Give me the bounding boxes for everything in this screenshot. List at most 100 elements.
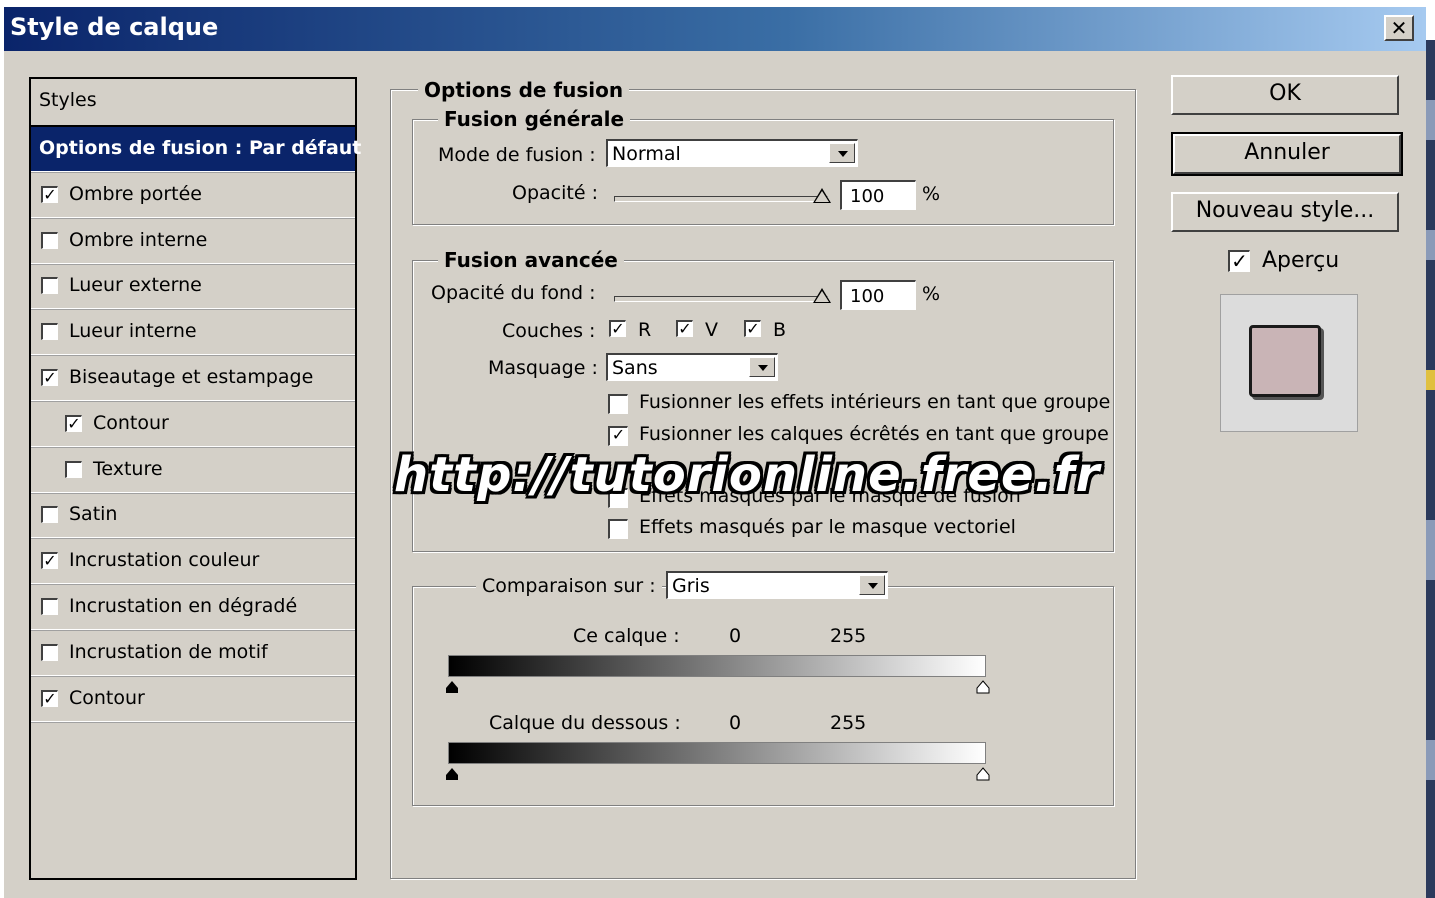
channel-r-checkbox[interactable]: ✓ <box>609 320 626 337</box>
style-item-checkbox[interactable]: ✓ <box>65 413 82 433</box>
background-app-edge <box>1426 40 1435 898</box>
opacity-unit: % <box>922 183 941 205</box>
chevron-down-icon <box>859 575 885 595</box>
advanced-blending-title: Fusion avancée <box>438 248 624 272</box>
style-item[interactable]: Options de fusion : Par défaut <box>31 127 361 172</box>
style-item-label: Lueur externe <box>69 274 202 297</box>
channel-b-label: B <box>773 319 787 341</box>
channels-label: Couches : <box>502 320 596 342</box>
style-item[interactable]: ✓ Incrustation couleur <box>31 539 355 585</box>
advanced-option-checkbox[interactable]: ✓ <box>608 426 628 446</box>
advanced-option-label: Fusionner les calques écrêtés en tant qu… <box>639 423 1109 445</box>
fill-opacity-input[interactable]: 100 <box>840 280 916 310</box>
watermark-text: http://tutorionline.free.fr <box>394 447 1101 503</box>
style-item-checkbox[interactable] <box>41 598 58 615</box>
preview-swatch <box>1249 325 1321 397</box>
underlying-layer-min: 0 <box>729 712 742 734</box>
general-blending-title: Fusion générale <box>438 107 631 131</box>
style-item[interactable]: ✓ Ombre portée <box>31 173 355 218</box>
advanced-option-label: Effets masqués par le masque vectoriel <box>639 516 1016 538</box>
opacity-slider-thumb[interactable] <box>813 188 831 203</box>
checkmark-icon: ✓ <box>43 368 57 387</box>
style-item-checkbox[interactable]: ✓ <box>41 688 58 708</box>
checkmark-icon: ✓ <box>611 319 625 338</box>
knockout-select[interactable]: Sans <box>606 353 778 381</box>
style-item[interactable]: ✓ Biseautage et estampage <box>31 356 355 401</box>
style-item-label: Lueur interne <box>69 320 197 343</box>
cancel-button[interactable]: Annuler <box>1171 132 1403 176</box>
blend-if-select[interactable]: Gris <box>666 571 888 599</box>
style-item-checkbox[interactable] <box>65 460 82 478</box>
fill-opacity-label: Opacité du fond : <box>431 282 596 304</box>
opacity-slider-track[interactable] <box>614 196 828 202</box>
style-item-checkbox[interactable] <box>41 277 58 295</box>
this-layer-white-handle[interactable] <box>976 680 990 694</box>
style-item[interactable]: Satin <box>31 493 355 539</box>
blend-mode-select[interactable]: Normal <box>606 139 858 167</box>
fill-opacity-unit: % <box>922 283 941 305</box>
blending-options-title: Options de fusion <box>418 78 630 102</box>
style-item-checkbox[interactable]: ✓ <box>41 551 58 571</box>
style-item-checkbox[interactable] <box>41 506 58 524</box>
style-item-checkbox[interactable] <box>41 643 58 661</box>
style-item[interactable]: Ombre interne <box>31 219 355 264</box>
style-item-checkbox[interactable] <box>41 323 58 341</box>
style-preview <box>1220 294 1358 432</box>
styles-header-label: Styles <box>39 89 97 111</box>
style-item-label: Ombre interne <box>69 228 208 251</box>
knockout-value: Sans <box>612 357 658 379</box>
style-item[interactable]: ✓ Contour <box>31 677 355 722</box>
style-item[interactable]: ✓ Contour <box>31 402 355 447</box>
checkmark-icon: ✓ <box>67 413 81 433</box>
this-layer-black-handle[interactable] <box>445 680 459 694</box>
preview-checkbox[interactable]: ✓ <box>1228 250 1250 272</box>
checkmark-icon: ✓ <box>611 425 626 444</box>
channel-v-checkbox[interactable]: ✓ <box>676 320 693 337</box>
this-layer-max: 255 <box>830 625 867 647</box>
styles-list: Styles Options de fusion : Par défaut ✓ Om… <box>29 77 361 880</box>
style-item-label: Incrustation de motif <box>69 640 268 663</box>
checkmark-icon: ✓ <box>43 688 57 708</box>
preview-label: Aperçu <box>1262 248 1340 273</box>
window-title: Style de calque <box>10 13 219 41</box>
style-item-checkbox[interactable]: ✓ <box>41 369 58 386</box>
style-item[interactable]: Lueur externe <box>31 264 355 310</box>
new-style-button[interactable]: Nouveau style... <box>1171 192 1399 232</box>
this-layer-min: 0 <box>729 625 742 647</box>
style-item-label: Ombre portée <box>69 182 202 205</box>
underlying-layer-white-handle[interactable] <box>976 767 990 781</box>
style-item-checkbox[interactable]: ✓ <box>41 185 58 203</box>
channel-b-checkbox[interactable]: ✓ <box>744 320 761 337</box>
style-item[interactable]: Texture <box>31 448 355 493</box>
ok-button[interactable]: OK <box>1171 75 1399 115</box>
opacity-input[interactable]: 100 <box>840 180 916 210</box>
styles-header[interactable]: Styles <box>31 79 355 127</box>
style-item[interactable]: Lueur interne <box>31 310 355 356</box>
style-item-label: Incrustation couleur <box>69 549 260 572</box>
advanced-option-checkbox[interactable] <box>608 519 628 539</box>
blend-if-group <box>412 586 1114 806</box>
underlying-layer-max: 255 <box>830 712 867 734</box>
channel-v-label: V <box>705 319 718 341</box>
channel-r-label: R <box>638 319 652 341</box>
advanced-option-checkbox[interactable] <box>608 394 628 414</box>
blend-mode-value: Normal <box>612 143 681 165</box>
opacity-label: Opacité : <box>512 182 598 204</box>
underlying-layer-black-handle[interactable] <box>445 767 459 781</box>
chevron-down-icon <box>829 143 855 163</box>
style-item-label: Satin <box>69 503 118 526</box>
style-item-checkbox[interactable] <box>41 231 58 249</box>
title-bar[interactable]: Style de calque ✕ <box>4 7 1426 51</box>
style-item-label: Contour <box>69 686 145 709</box>
fill-opacity-slider-track[interactable] <box>614 296 828 302</box>
checkmark-icon: ✓ <box>746 319 760 338</box>
blend-if-label: Comparaison sur : <box>476 575 662 597</box>
close-button[interactable]: ✕ <box>1384 15 1414 41</box>
style-item-label: Incrustation en dégradé <box>69 595 298 617</box>
style-item[interactable]: Incrustation en dégradé <box>31 585 355 630</box>
style-item[interactable]: Incrustation de motif <box>31 631 355 676</box>
layer-style-dialog: Style de calque ✕ Styles Options de fusi… <box>4 7 1426 898</box>
fill-opacity-slider-thumb[interactable] <box>813 288 831 303</box>
style-item-label: Contour <box>93 411 169 434</box>
checkmark-icon: ✓ <box>43 551 57 571</box>
